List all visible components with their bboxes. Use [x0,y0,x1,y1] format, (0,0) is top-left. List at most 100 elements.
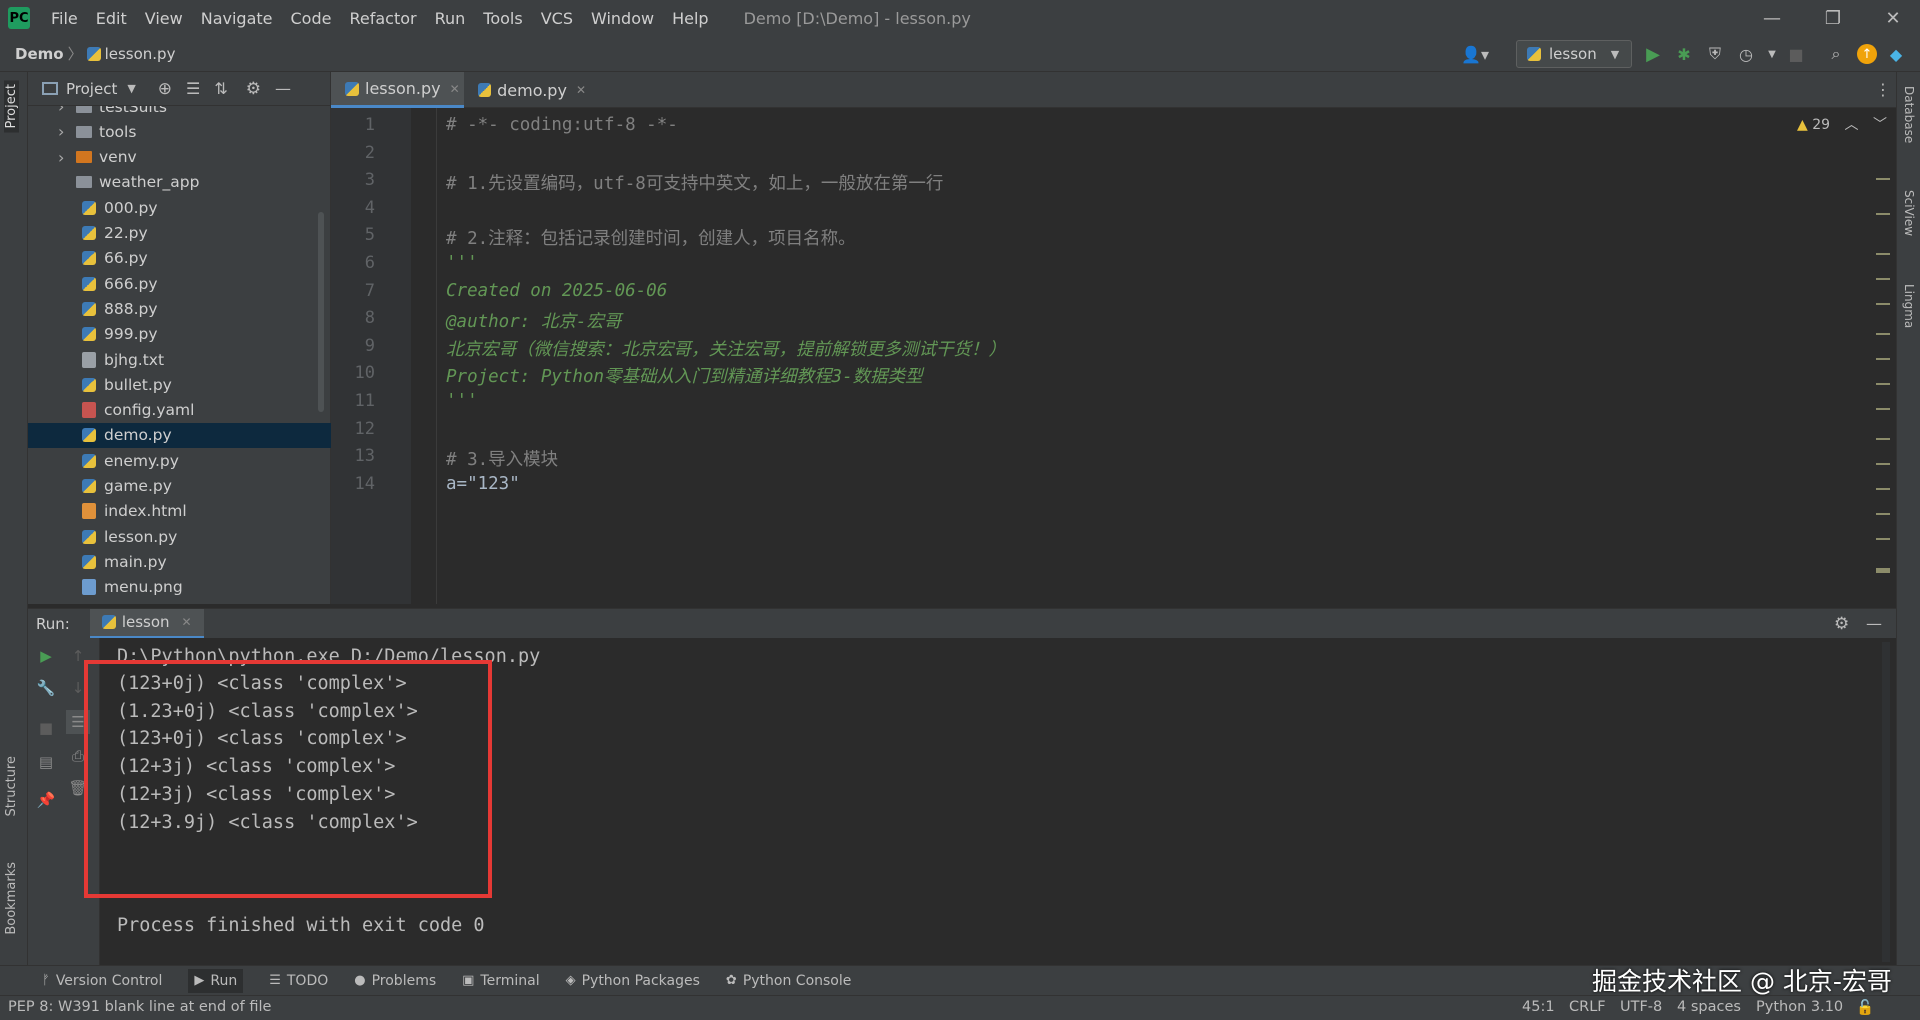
close-icon[interactable]: ✕ [182,615,192,629]
hide-panel-icon[interactable]: — [1866,614,1882,633]
menu-vcs[interactable]: VCS [532,9,582,28]
rerun-icon[interactable]: ▶ [36,646,56,666]
bottom-tab-python-console[interactable]: ✿ Python Console [726,973,851,989]
project-view-label[interactable]: Project [66,80,117,98]
pin-icon[interactable]: 📌 [36,790,56,810]
close-window-icon[interactable]: ✕ [1868,0,1918,36]
code-line[interactable]: # 2.注释：包括记录创建时间，创建人，项目名称。 [446,225,856,250]
breadcrumb-file[interactable]: lesson.py [105,45,176,63]
chevron-down-icon[interactable]: ▼ [127,82,135,95]
chevron-right-icon[interactable]: › [58,148,76,167]
lock-icon[interactable]: 🔓 [1856,999,1874,1016]
tree-item[interactable]: › tools [28,119,331,144]
layout-icon[interactable]: ▤ [36,752,56,772]
bottom-tab-todo[interactable]: ☰ TODO [269,973,328,989]
profile-icon[interactable]: ◷ [1736,44,1756,64]
bottom-tab-version-control[interactable]: ᚠ Version Control [42,973,162,989]
gear-icon[interactable]: ⚙ [246,79,261,99]
menu-code[interactable]: Code [282,9,341,28]
line-separator[interactable]: CRLF [1569,999,1606,1015]
bottom-tab-python-packages[interactable]: ◈ Python Packages [566,973,700,989]
tree-item[interactable]: bullet.py [28,372,331,397]
tab-lesson[interactable]: lesson.py ✕ [331,72,464,108]
menu-help[interactable]: Help [663,9,717,28]
tree-item[interactable]: enemy.py [28,448,331,473]
tree-item[interactable]: 66.py [28,246,331,271]
tree-item[interactable]: › venv [28,145,331,170]
tree-item[interactable]: menu.png [28,575,331,600]
gear-icon[interactable]: ⚙ [1834,614,1849,634]
tree-item[interactable]: config.yaml [28,398,331,423]
wrench-icon[interactable]: 🔧 [36,678,56,698]
tree-item[interactable]: weather_app [28,170,331,195]
run-config-select[interactable]: lesson ▼ [1516,40,1632,68]
run-tab-lesson[interactable]: lesson ✕ [89,608,204,639]
code-line[interactable]: # 3.导入模块 [446,446,558,471]
tree-item[interactable]: › testSuits [28,106,331,119]
menu-edit[interactable]: Edit [87,9,136,28]
stripe-sciview[interactable]: SciView [1902,190,1916,236]
update-icon[interactable]: ↑ [1857,44,1877,64]
python-interpreter[interactable]: Python 3.10 [1756,999,1843,1015]
file-encoding[interactable]: UTF-8 [1620,999,1662,1015]
more-run-icon[interactable]: ▼ [1762,44,1782,64]
chevron-up-icon[interactable]: ︿ [1845,117,1859,133]
tree-item[interactable]: 000.py [28,195,331,220]
minimize-icon[interactable]: — [1747,0,1797,36]
tree-item[interactable]: 888.py [28,296,331,321]
expand-all-icon[interactable]: ☰ [186,79,200,98]
search-icon[interactable]: ⌕ [1826,44,1846,64]
inspection-widget[interactable]: ▲ 29 ︿ ﹀ [1797,114,1887,134]
stripe-lingma[interactable]: Lingma [1902,284,1916,328]
stripe-bookmarks[interactable]: Bookmarks [4,862,19,935]
console-scrollbar[interactable] [1882,642,1890,962]
indent-setting[interactable]: 4 spaces [1677,999,1741,1015]
tree-item[interactable]: 22.py [28,221,331,246]
debug-icon[interactable]: ✱ [1674,44,1694,64]
code-line[interactable]: 北京宏哥（微信搜索：北京宏哥，关注宏哥，提前解锁更多测试干货！） [446,336,1006,361]
tree-item[interactable]: demo.py [28,422,331,448]
run-icon[interactable]: ▶ [1643,44,1663,65]
menu-refactor[interactable]: Refactor [340,9,425,28]
collapse-all-icon[interactable]: ⇅ [214,79,227,98]
stripe-structure[interactable]: Structure [4,756,19,816]
close-icon[interactable]: ✕ [450,82,460,96]
menu-run[interactable]: Run [426,9,475,28]
code-line[interactable]: a="123" [446,474,520,494]
user-icon[interactable]: 👤▾ [1460,44,1490,64]
restore-icon[interactable]: ❐ [1808,0,1858,36]
tree-item[interactable]: 666.py [28,271,331,296]
chevron-down-icon[interactable]: ﹀ [1873,117,1887,133]
tree-scrollbar[interactable] [318,212,324,412]
menu-file[interactable]: File [42,9,87,28]
tree-item[interactable]: index.html [28,499,331,524]
hide-panel-icon[interactable]: — [275,79,291,98]
coverage-icon[interactable]: ⛨ [1705,44,1725,64]
bottom-tab-run[interactable]: ▶ Run [188,968,244,993]
more-tabs-icon[interactable]: ⋮ [1875,80,1891,99]
code-line[interactable]: Created on 2025-06-06 [446,281,667,301]
code-line[interactable]: @author: 北京-宏哥 [446,308,621,333]
code-line[interactable]: # 1.先设置编码，utf-8可支持中英文，如上，一般放在第一行 [446,170,943,195]
chevron-right-icon[interactable]: › [58,122,76,141]
menu-navigate[interactable]: Navigate [192,9,282,28]
cursor-position[interactable]: 45:1 [1522,999,1555,1015]
code-line[interactable]: # -*- coding:utf-8 -*- [446,115,678,135]
chevron-right-icon[interactable]: › [58,106,76,116]
stripe-database[interactable]: Database [1902,86,1916,143]
bottom-tab-problems[interactable]: ● Problems [354,973,436,989]
tree-item[interactable]: game.py [28,474,331,499]
tree-item[interactable]: lesson.py [28,524,331,549]
stripe-project[interactable]: Project [4,80,19,133]
plugin-icon[interactable]: ◆ [1886,44,1906,64]
breadcrumb-project[interactable]: Demo [15,45,64,63]
tab-demo[interactable]: demo.py ✕ [468,72,586,108]
code-line[interactable]: Project: Python零基础从入门到精通详细教程3-数据类型 [446,363,923,388]
code-line[interactable]: ''' [446,391,478,411]
tree-item[interactable]: main.py [28,549,331,574]
code-line[interactable]: ''' [446,253,478,273]
close-icon[interactable]: ✕ [576,83,586,97]
menu-window[interactable]: Window [582,9,663,28]
locate-icon[interactable]: ⊕ [158,79,172,99]
code-editor[interactable]: 1 2 3 4 5 6 7 8 9 10 11 12 13 14 # -*- coding:utf-8 -… [331,108,1896,604]
